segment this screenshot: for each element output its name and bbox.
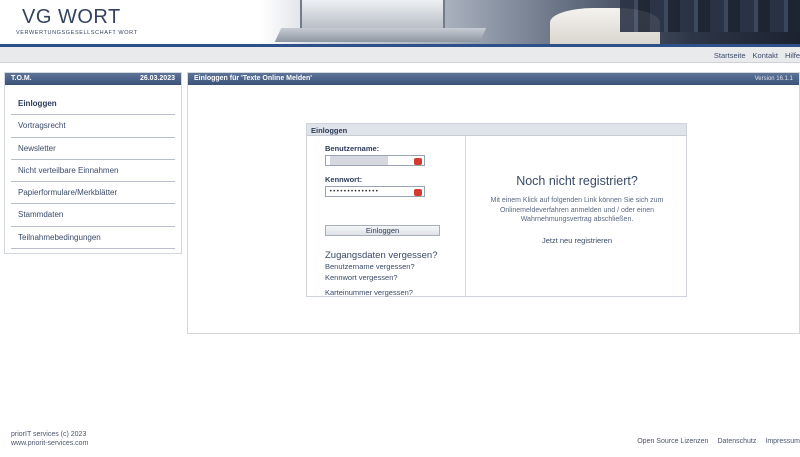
sidebar: T.O.M. 26.03.2023 Einloggen Vortragsrech… bbox=[4, 72, 182, 254]
footer-copyright: priorIT services (c) 2023 www.priorit-se… bbox=[11, 430, 88, 448]
nav-startseite[interactable]: Startseite bbox=[714, 51, 746, 60]
footer-company: priorIT services (c) 2023 bbox=[11, 431, 87, 438]
footer-links: Open Source Lizenzen Datenschutz Impress… bbox=[637, 438, 800, 445]
top-navigation: Startseite Kontakt Hilfe bbox=[0, 47, 800, 63]
site-header: VG WORT VERWERTUNGSGESELLSCHAFT WORT bbox=[0, 0, 800, 44]
forgot-password-link[interactable]: Kennwort vergessen? bbox=[325, 273, 398, 282]
logo-wort: WORT bbox=[57, 6, 121, 28]
login-box-title: Einloggen bbox=[307, 124, 686, 136]
register-section: Noch nicht registriert? Mit einem Klick … bbox=[467, 136, 687, 296]
vg-wort-logo[interactable]: VG WORT VERWERTUNGSGESELLSCHAFT WORT bbox=[16, 6, 138, 36]
sidebar-date: 26.03.2023 bbox=[139, 75, 175, 82]
sidebar-item-newsletter[interactable]: Newsletter bbox=[11, 138, 175, 160]
footer-impressum-link[interactable]: Impressum bbox=[765, 438, 800, 445]
sidebar-menu: Einloggen Vortragsrecht Newsletter Nicht… bbox=[5, 85, 181, 250]
sidebar-title: T.O.M. bbox=[11, 75, 32, 82]
laptop-base-illustration bbox=[274, 28, 487, 42]
forgot-card-number-link[interactable]: Karteinummer vergessen? bbox=[325, 288, 413, 297]
login-box: Einloggen Benutzername: Kennwort: ••••••… bbox=[306, 123, 687, 297]
header-banner-image bbox=[260, 0, 800, 44]
version-label: Version 16.1.1 bbox=[754, 76, 793, 82]
sidebar-header: T.O.M. 26.03.2023 bbox=[5, 73, 181, 85]
sidebar-item-einloggen[interactable]: Einloggen bbox=[11, 93, 175, 116]
login-button[interactable]: Einloggen bbox=[325, 225, 440, 236]
forgot-credentials-title: Zugangsdaten vergessen? bbox=[325, 250, 438, 261]
password-field[interactable]: •••••••••••••• bbox=[325, 186, 425, 197]
username-label: Benutzername: bbox=[325, 144, 380, 153]
laptop-illustration bbox=[300, 0, 445, 30]
forgot-username-link[interactable]: Benutzername vergessen? bbox=[325, 262, 415, 271]
sidebar-item-vortragsrecht[interactable]: Vortragsrecht bbox=[11, 115, 175, 138]
footer-open-source-link[interactable]: Open Source Lizenzen bbox=[637, 438, 708, 445]
nav-hilfe[interactable]: Hilfe bbox=[785, 51, 800, 60]
register-title: Noch nicht registriert? bbox=[516, 174, 638, 188]
password-value: •••••••••••••• bbox=[329, 188, 379, 195]
footer-datenschutz-link[interactable]: Datenschutz bbox=[717, 438, 756, 445]
main-header: Einloggen für 'Texte Online Melden' Vers… bbox=[188, 73, 799, 85]
page-title: Einloggen für 'Texte Online Melden' bbox=[194, 75, 312, 82]
main-panel: Einloggen für 'Texte Online Melden' Vers… bbox=[187, 72, 800, 334]
password-label: Kennwort: bbox=[325, 175, 363, 184]
logo-subtitle: VERWERTUNGSGESELLSCHAFT WORT bbox=[16, 30, 138, 36]
password-manager-icon[interactable] bbox=[414, 158, 422, 165]
nav-kontakt[interactable]: Kontakt bbox=[753, 51, 778, 60]
register-link[interactable]: Jetzt neu registrieren bbox=[467, 236, 687, 245]
sidebar-item-teilnahmebedingungen[interactable]: Teilnahmebedingungen bbox=[11, 227, 175, 250]
logo-vg: VG bbox=[22, 6, 52, 28]
sidebar-item-nicht-verteilbare-einnahmen[interactable]: Nicht verteilbare Einnahmen bbox=[11, 160, 175, 183]
bookshelf-illustration bbox=[620, 0, 800, 32]
logo-wordmark: VG WORT bbox=[22, 6, 138, 29]
register-description: Mit einem Klick auf folgenden Link könne… bbox=[490, 197, 664, 223]
login-form: Benutzername: Kennwort: •••••••••••••• E… bbox=[307, 136, 466, 297]
sidebar-item-stammdaten[interactable]: Stammdaten bbox=[11, 204, 175, 227]
username-field[interactable] bbox=[325, 155, 425, 166]
sidebar-item-papierformulare[interactable]: Papierformulare/Merkblätter bbox=[11, 182, 175, 205]
password-manager-icon[interactable] bbox=[414, 189, 422, 196]
footer-website-link[interactable]: www.priorit-services.com bbox=[11, 439, 88, 448]
